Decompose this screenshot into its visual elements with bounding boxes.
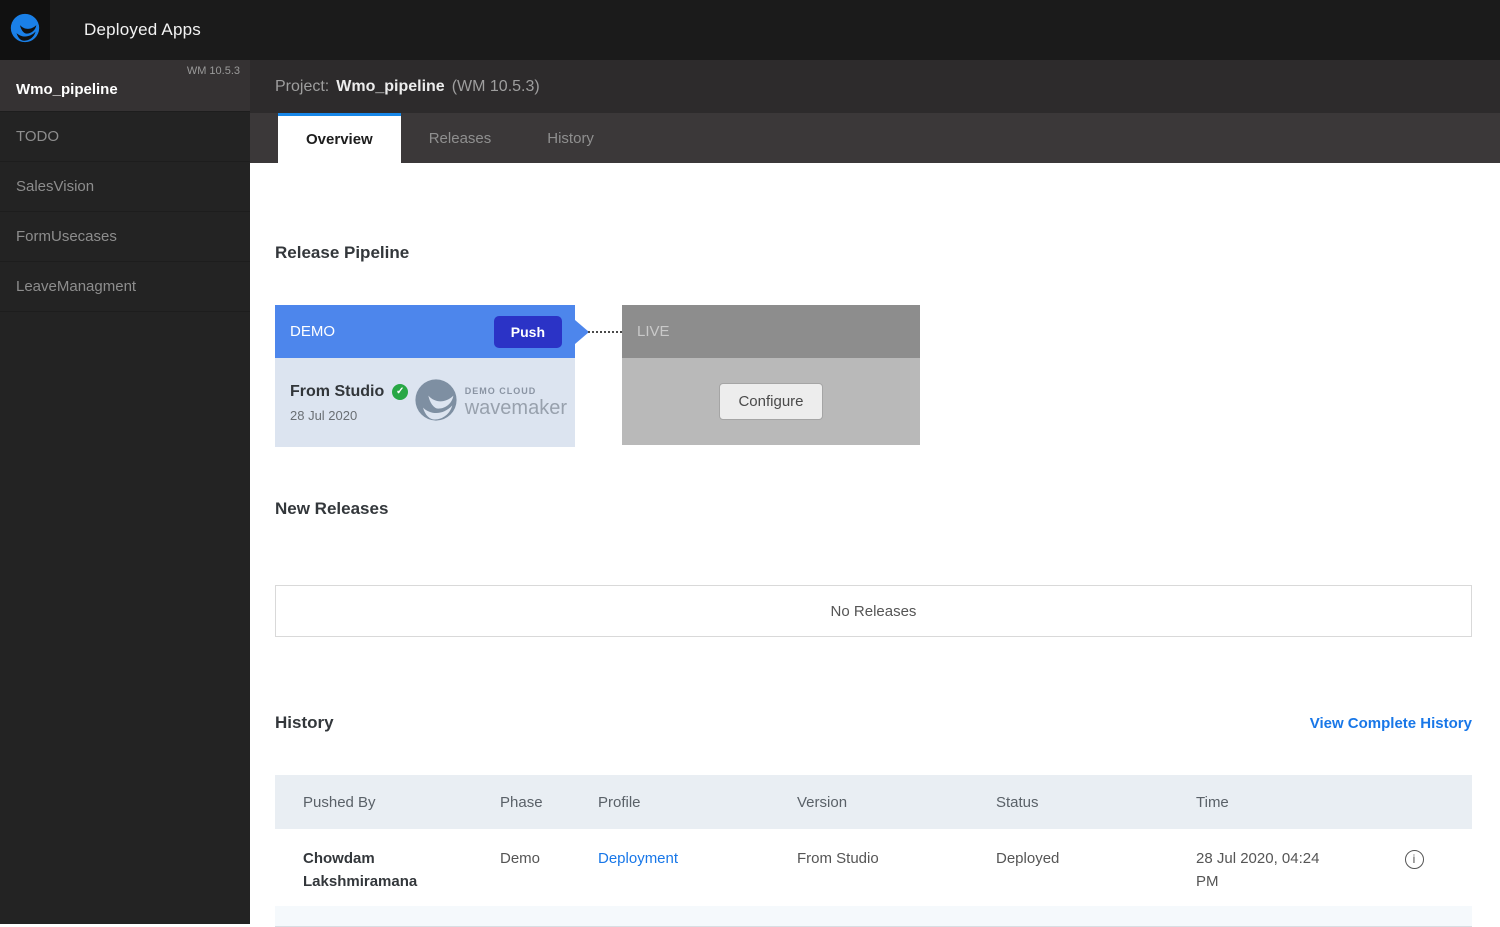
- overview-panel: Release Pipeline DEMO Push From Studio ✓…: [250, 163, 1500, 924]
- sidebar-item-label: TODO: [16, 128, 59, 145]
- cell-status: Deployed: [996, 847, 1196, 870]
- demo-stage-header: DEMO Push: [275, 305, 575, 358]
- cell-profile-link[interactable]: Deployment: [598, 847, 797, 870]
- no-releases-box: No Releases: [275, 585, 1472, 637]
- wavemaker-cloud-icon: [410, 374, 462, 431]
- tab-overview[interactable]: Overview: [278, 113, 401, 163]
- project-version: (WM 10.5.3): [452, 78, 540, 96]
- wavemaker-logo-icon: [8, 11, 42, 50]
- tab-label: History: [547, 130, 594, 147]
- history-table-header: Pushed By Phase Profile Version Status T…: [275, 775, 1472, 829]
- demo-cloud-label: DEMO CLOUD: [465, 387, 567, 396]
- history-table-row: Chowdam Lakshmiramana Demo Deployment Fr…: [275, 829, 1472, 906]
- view-complete-history-link[interactable]: View Complete History: [1310, 715, 1472, 732]
- tab-label: Overview: [306, 131, 373, 148]
- release-pipeline: DEMO Push From Studio ✓ 28 Jul 2020: [275, 305, 1472, 447]
- cell-pushed-by: Chowdam Lakshmiramana: [303, 847, 438, 893]
- top-bar: Deployed Apps: [0, 0, 1500, 60]
- configure-button[interactable]: Configure: [719, 383, 822, 420]
- sidebar-item-formusecases[interactable]: FormUsecases: [0, 212, 250, 262]
- tab-label: Releases: [429, 130, 492, 147]
- demo-deploy-date: 28 Jul 2020: [290, 408, 408, 423]
- sidebar-item-salesvision[interactable]: SalesVision: [0, 162, 250, 212]
- project-name: Wmo_pipeline: [336, 78, 444, 96]
- success-check-icon: ✓: [392, 384, 408, 400]
- tab-history[interactable]: History: [519, 113, 622, 163]
- sidebar-item-label: SalesVision: [16, 178, 94, 195]
- cell-time: 28 Jul 2020, 04:24 PM: [1196, 847, 1346, 893]
- projects-sidebar: WM 10.5.3 Wmo_pipeline TODO SalesVision …: [0, 60, 250, 924]
- col-time: Time: [1196, 794, 1356, 811]
- sidebar-item-label: Wmo_pipeline: [16, 81, 118, 98]
- sidebar-item-wmo-pipeline[interactable]: WM 10.5.3 Wmo_pipeline: [0, 60, 250, 112]
- live-stage-header: LIVE: [622, 305, 920, 358]
- new-releases-heading: New Releases: [275, 499, 1472, 519]
- pipeline-dotted-line: [588, 331, 622, 333]
- live-stage-card: LIVE Configure: [622, 305, 920, 447]
- info-icon[interactable]: i: [1405, 850, 1424, 869]
- wavemaker-logo[interactable]: [0, 0, 50, 60]
- project-header: Project: Wmo_pipeline (WM 10.5.3): [250, 60, 1500, 113]
- project-label: Project:: [275, 78, 329, 96]
- demo-deploy-info: From Studio ✓ 28 Jul 2020: [290, 383, 408, 423]
- col-pushed-by: Pushed By: [303, 794, 500, 811]
- demo-stage-body: From Studio ✓ 28 Jul 2020 DEMO CL: [275, 358, 575, 447]
- pipeline-connector: [575, 305, 622, 358]
- demo-cloud-badge: DEMO CLOUD wavemaker: [410, 374, 567, 431]
- col-version: Version: [797, 794, 996, 811]
- demo-stage-name: DEMO: [290, 323, 335, 340]
- sidebar-item-label: LeaveManagment: [16, 278, 136, 295]
- app-title: Deployed Apps: [84, 20, 201, 40]
- col-profile: Profile: [598, 794, 797, 811]
- cell-version: From Studio: [797, 847, 996, 870]
- push-button[interactable]: Push: [494, 316, 562, 348]
- live-stage-body: Configure: [622, 358, 920, 445]
- release-pipeline-heading: Release Pipeline: [275, 243, 1472, 263]
- sidebar-item-label: FormUsecases: [16, 228, 117, 245]
- cell-phase: Demo: [500, 847, 598, 870]
- sidebar-item-leavemanagment[interactable]: LeaveManagment: [0, 262, 250, 312]
- sidebar-item-todo[interactable]: TODO: [0, 112, 250, 162]
- history-heading: History: [275, 713, 334, 733]
- tab-bar: Overview Releases History: [250, 113, 1500, 163]
- col-phase: Phase: [500, 794, 598, 811]
- no-releases-text: No Releases: [831, 603, 917, 620]
- demo-version-label: From Studio: [290, 383, 384, 401]
- demo-stage-card: DEMO Push From Studio ✓ 28 Jul 2020: [275, 305, 575, 447]
- history-table: Pushed By Phase Profile Version Status T…: [275, 775, 1472, 927]
- col-status: Status: [996, 794, 1196, 811]
- live-stage-name: LIVE: [637, 323, 670, 340]
- tab-releases[interactable]: Releases: [401, 113, 520, 163]
- wavemaker-wordmark: wavemaker: [465, 398, 567, 418]
- project-version-badge: WM 10.5.3: [187, 65, 240, 77]
